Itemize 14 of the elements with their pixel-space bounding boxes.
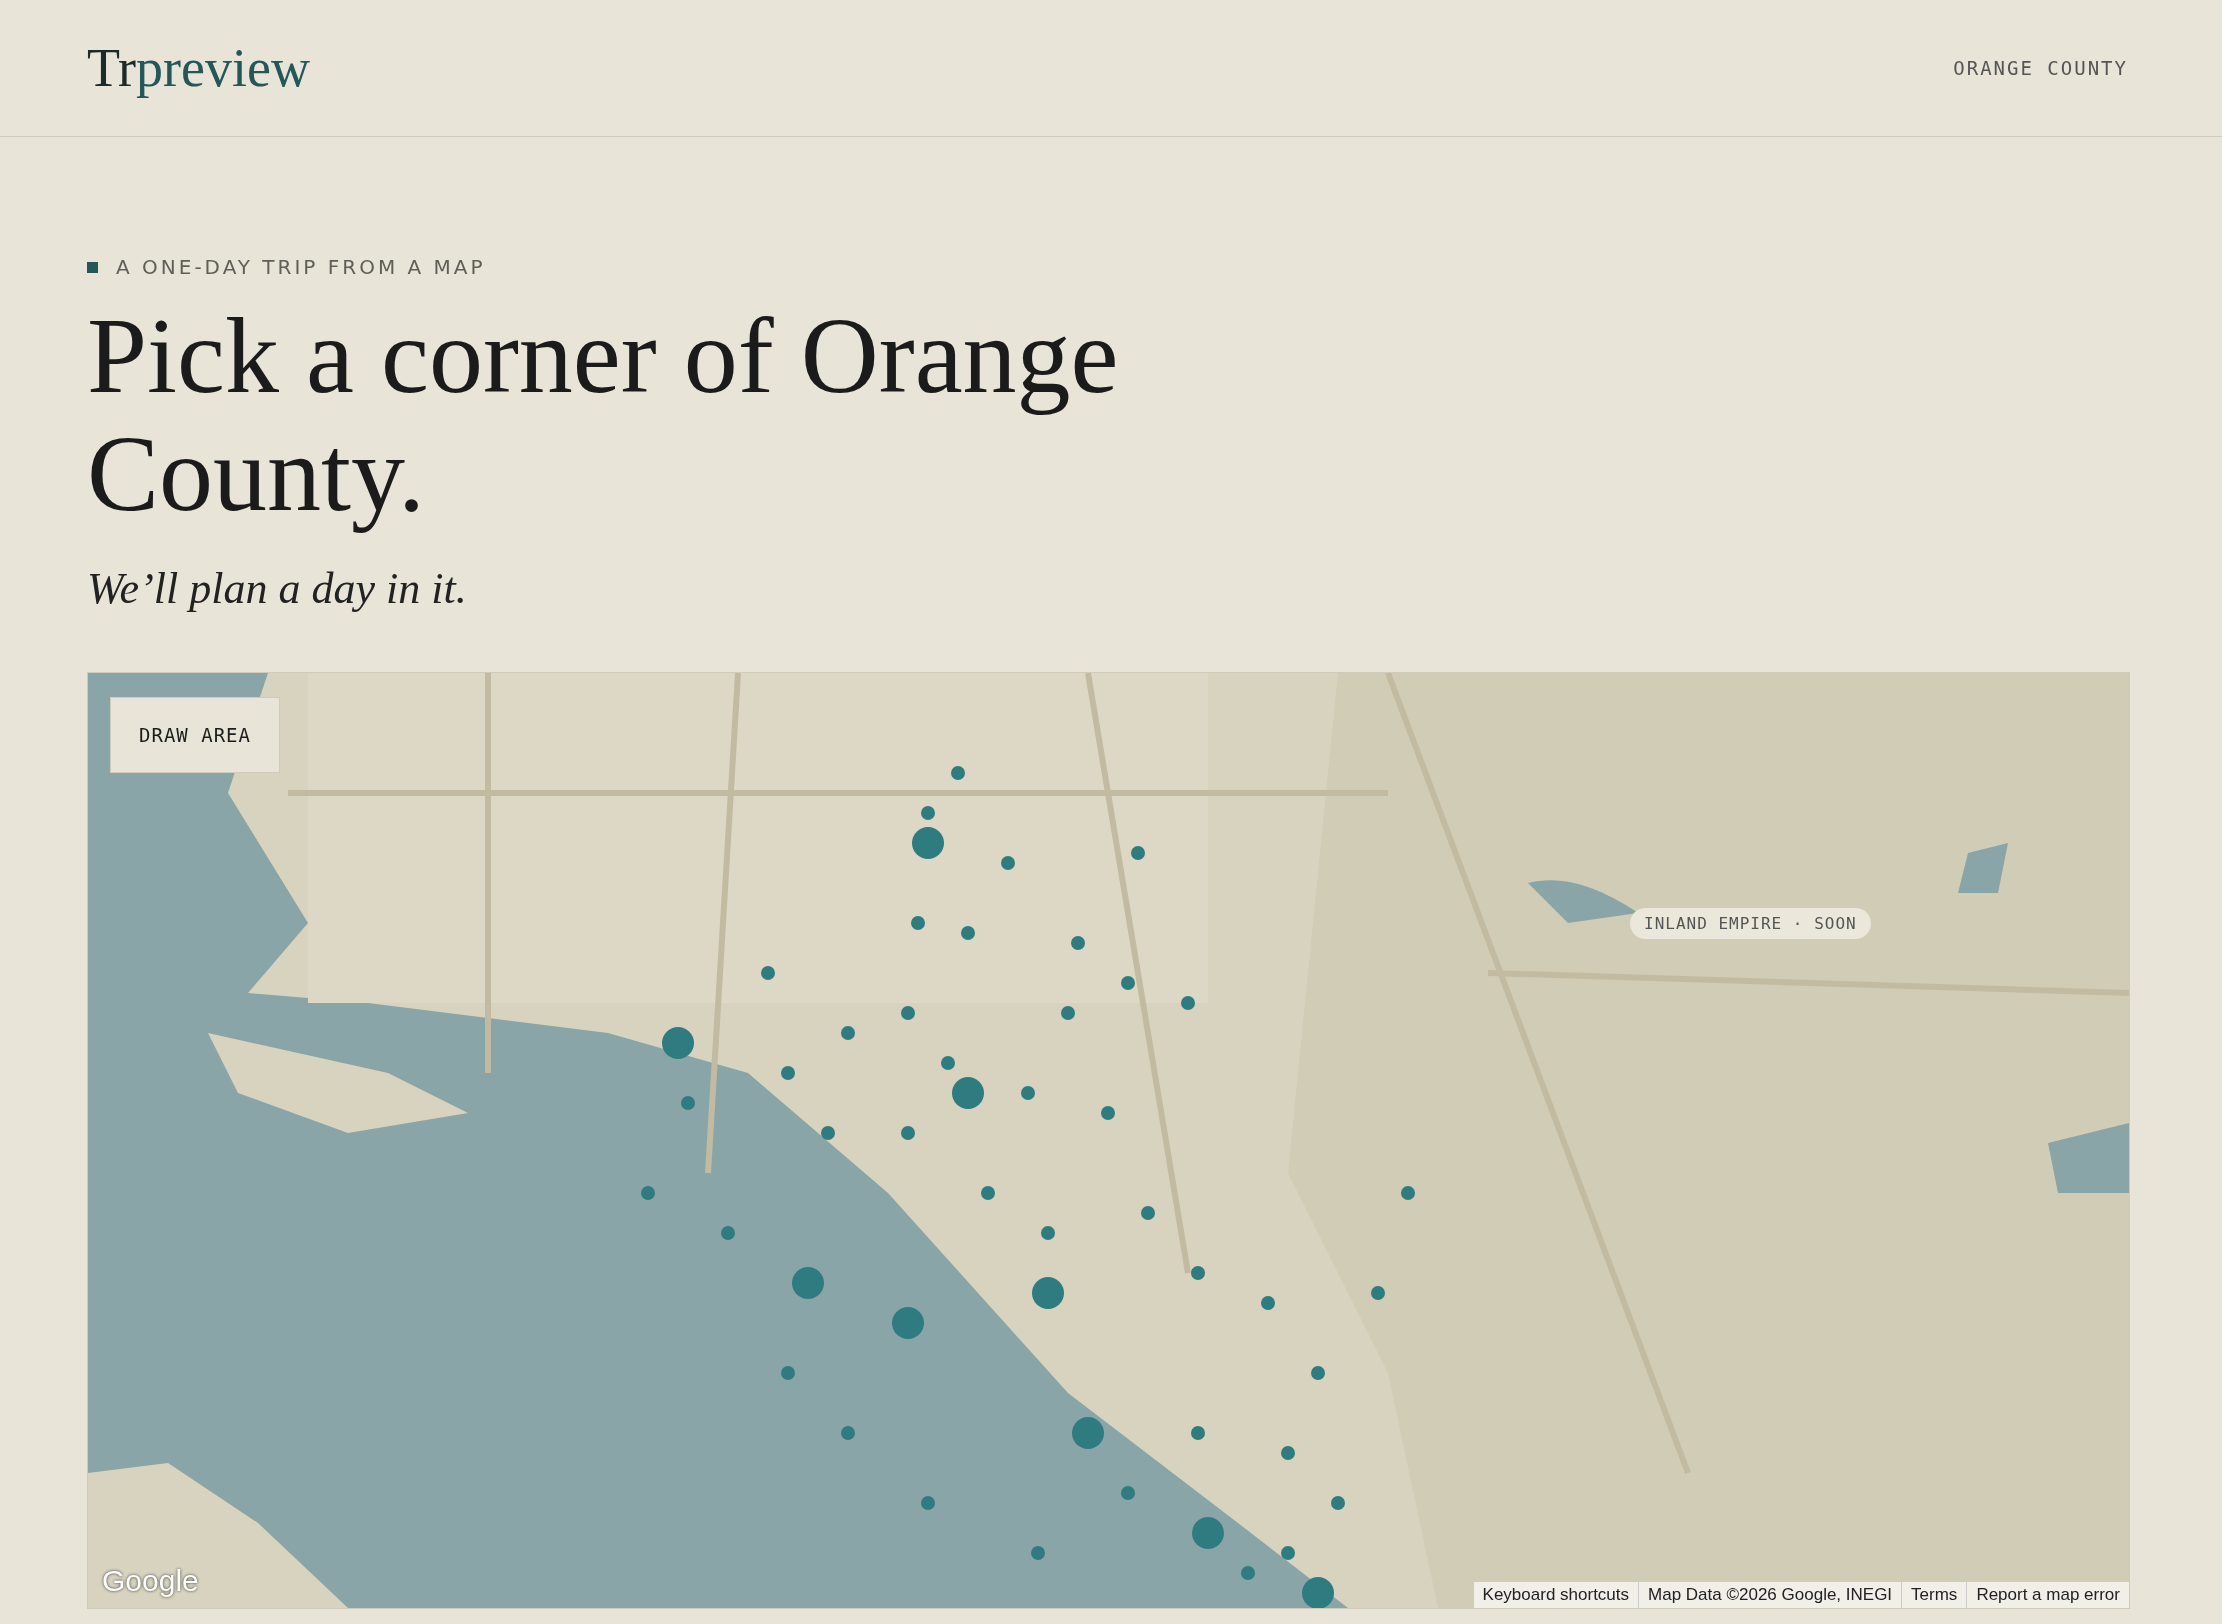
region-badge: INLAND EMPIRE · SOON [1630,908,1871,939]
page-title: Pick a corner of Orange County. [87,297,1120,533]
draw-area-button[interactable]: DRAW AREA [110,697,280,773]
logo[interactable]: Trpreview [87,37,310,99]
attribution-link[interactable]: Report a map error [1966,1582,2129,1608]
attribution-link[interactable]: Map Data ©2026 Google, INEGI [1638,1582,1902,1608]
attribution-link[interactable]: Keyboard shortcuts [1472,1582,1639,1608]
attribution-link[interactable]: Terms [1901,1582,1967,1608]
provider-logo: Google [102,1564,199,1598]
eyebrow-text: A ONE-DAY TRIP FROM A MAP [116,255,486,279]
map-panel[interactable]: DRAW AREA INLAND EMPIRE · SOON Google Keyboard shortcuts Map Data ©2026 Google, INEGI Terms Report a map error [87,672,2130,1609]
subtitle: We’ll plan a day in it. [87,563,468,614]
square-icon [87,261,98,273]
region-label: ORANGE COUNTY [1953,57,2128,79]
